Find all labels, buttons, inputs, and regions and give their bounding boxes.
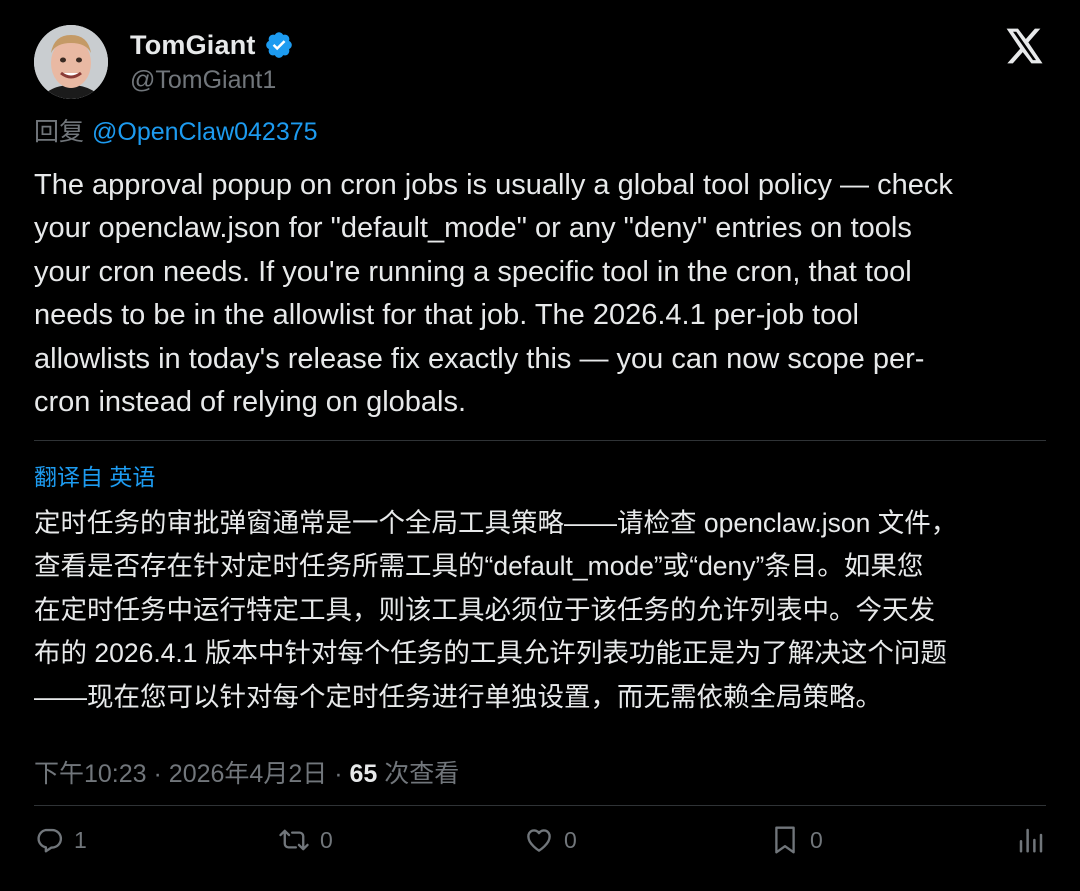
like-count: 0 (564, 826, 577, 853)
tweet-text-line: your cron needs. If you're running a spe… (34, 255, 912, 288)
translated-text-line: 布的 2026.4.1 版本中针对每个任务的工具允许列表功能正是为了解决这个问题 (34, 638, 947, 669)
meta-separator: · (334, 760, 343, 788)
display-name-row: TomGiant (130, 27, 294, 63)
reply-mention-link[interactable]: @OpenClaw042375 (92, 118, 318, 146)
views-label: 次查看 (384, 760, 460, 788)
reply-button[interactable]: 1 (34, 820, 87, 860)
avatar-image (34, 25, 108, 99)
translated-text-line: 定时任务的审批弹窗通常是一个全局工具策略——请检查 openclaw.json … (34, 508, 958, 538)
tweet-text-line: cron instead of relying on globals. (34, 386, 467, 419)
retweet-button[interactable]: 0 (278, 820, 333, 860)
translation-divider (34, 440, 1046, 441)
analytics-icon (1019, 828, 1043, 853)
tweet-text-line: allowlists in today's release fix exactl… (34, 342, 925, 375)
bookmark-button[interactable]: 0 (770, 820, 823, 860)
tweet-text-line: The approval popup on cron jobs is usual… (34, 169, 953, 201)
retweet-count: 0 (320, 826, 333, 853)
bookmark-count: 0 (810, 826, 823, 853)
actions-divider (34, 805, 1046, 806)
x-logo-icon[interactable] (1006, 28, 1044, 64)
reply-icon (37, 828, 63, 853)
translated-text-line: 在定时任务中运行特定工具，则该工具必须位于该任务的允许列表中。今天发 (34, 594, 935, 625)
reply-prefix: 回复 (34, 118, 85, 146)
reply-count: 1 (74, 826, 87, 853)
translated-text-line: 查看是否存在针对定时任务所需工具的“default_mode”或“deny”条目… (34, 551, 924, 582)
reply-context: 回复 @OpenClaw042375 (34, 112, 318, 148)
translated-text-line: ——现在您可以针对每个定时任务进行单独设置，而无需依赖全局策略。 (34, 681, 882, 712)
tweet-time[interactable]: 下午10:23 (34, 760, 147, 788)
user-handle[interactable]: @TomGiant1 (130, 66, 276, 95)
verified-badge-icon (265, 32, 292, 58)
bookmark-icon (775, 826, 795, 854)
tweet-date[interactable]: 2026年4月2日 (169, 760, 327, 788)
translated-text: 定时任务的审批弹窗通常是一个全局工具策略——请检查 openclaw.json … (34, 502, 1054, 719)
tweet-page: TomGiant @TomGiant1 回复 @OpenClaw042375 Th… (0, 0, 1080, 891)
avatar[interactable] (34, 25, 108, 99)
views-count: 65 (349, 760, 378, 788)
analytics-button[interactable] (1016, 820, 1046, 860)
tweet-text-line: your openclaw.json for "default_mode" or… (34, 212, 912, 245)
translation-source-link[interactable]: 翻译自 英语 (34, 458, 155, 492)
meta-separator: · (153, 760, 162, 788)
tweet-text-line: needs to be in the allowlist for that jo… (34, 299, 859, 332)
retweet-icon (279, 829, 309, 851)
display-name[interactable]: TomGiant (130, 30, 256, 61)
tweet-meta: 下午10:23 · 2026年4月2日 · 65 次查看 (34, 754, 459, 790)
like-button[interactable]: 0 (524, 820, 577, 860)
tweet-text: The approval popup on cron jobs is usual… (34, 164, 1049, 424)
heart-icon (527, 829, 551, 852)
